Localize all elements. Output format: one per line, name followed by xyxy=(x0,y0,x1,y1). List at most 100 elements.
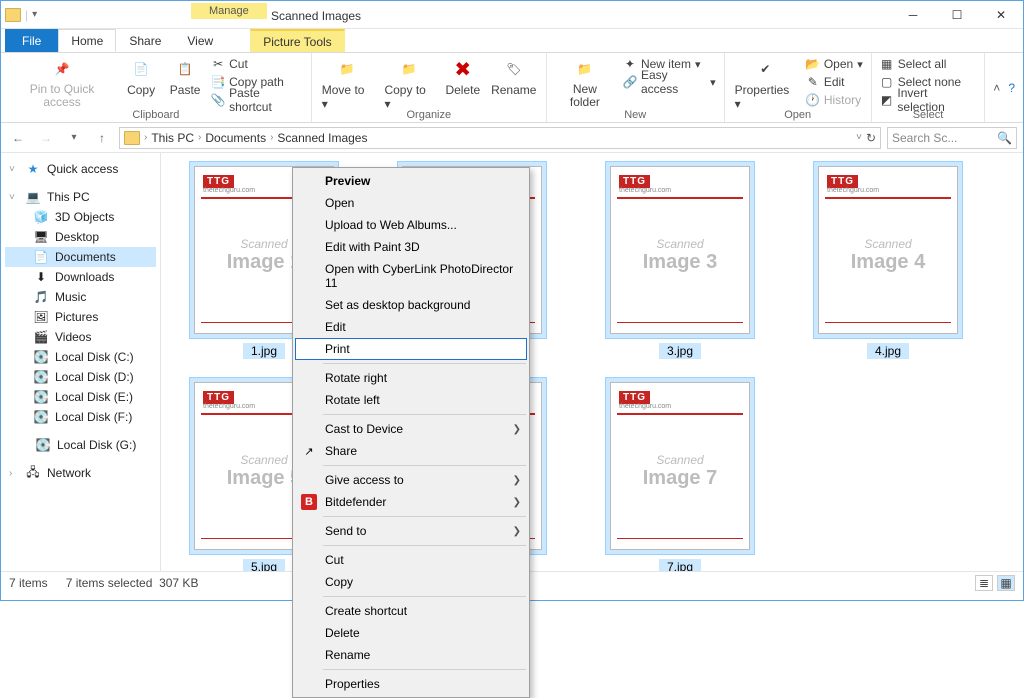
cm-print[interactable]: Print xyxy=(295,338,527,360)
minimize-button[interactable]: ─ xyxy=(891,1,935,29)
refresh-icon[interactable]: ↻ xyxy=(866,131,876,145)
copy-to-button[interactable]: 📁Copy to ▾ xyxy=(380,55,437,113)
nav-item-icon: 🎵 xyxy=(33,290,49,304)
rename-button[interactable]: 🏷Rename xyxy=(488,55,540,99)
file-name: 7.jpg xyxy=(659,559,701,571)
nav-item-local-disk-c-[interactable]: 💽Local Disk (C:) xyxy=(5,347,156,367)
nav-item-downloads[interactable]: ⬇Downloads xyxy=(5,267,156,287)
nav-item-desktop[interactable]: 🖥Desktop xyxy=(5,227,156,247)
cm-cut[interactable]: Cut xyxy=(295,549,527,571)
pin-quick-access-button[interactable]: 📌Pin to Quick access xyxy=(7,55,117,111)
cm-create-shortcut[interactable]: Create shortcut xyxy=(295,600,527,622)
new-folder-button[interactable]: 📁New folder xyxy=(553,55,617,111)
edit-button[interactable]: ✎Edit xyxy=(804,73,865,91)
breadcrumb-root[interactable]: This PC xyxy=(151,131,194,145)
move-to-button[interactable]: 📁Move to ▾ xyxy=(318,55,377,113)
file-item[interactable]: TTGthetechguru.comScannedImage 33.jpg xyxy=(585,161,775,359)
tab-share[interactable]: Share xyxy=(116,29,174,52)
nav-item-local-disk-d-[interactable]: 💽Local Disk (D:) xyxy=(5,367,156,387)
nav-item-3d-objects[interactable]: 🧊3D Objects xyxy=(5,207,156,227)
up-button[interactable]: ↑ xyxy=(91,127,113,149)
file-name: 4.jpg xyxy=(867,343,909,359)
nav-item-icon: 💽 xyxy=(33,390,49,404)
cm-photodirector[interactable]: Open with CyberLink PhotoDirector 11 xyxy=(295,258,527,294)
select-all-button[interactable]: ▦Select all xyxy=(878,55,979,73)
nav-item-pictures[interactable]: 🖼Pictures xyxy=(5,307,156,327)
cm-give-access-to[interactable]: Give access to❯ xyxy=(295,469,527,491)
chevron-icon[interactable]: › xyxy=(198,132,201,143)
edit-icon: ✎ xyxy=(806,75,820,89)
group-label-new: New xyxy=(553,109,718,121)
open-button[interactable]: 📂Open ▾ xyxy=(804,55,865,73)
invert-selection-button[interactable]: ◩Invert selection xyxy=(878,91,979,109)
file-name: 3.jpg xyxy=(659,343,701,359)
cm-upload-web-albums[interactable]: Upload to Web Albums... xyxy=(295,214,527,236)
cm-separator xyxy=(323,669,526,670)
properties-button[interactable]: ✔Properties ▾ xyxy=(731,55,800,113)
content-pane[interactable]: TTGthetechguru.comScannedImage 11.jpgTTG… xyxy=(161,153,1023,571)
nav-item-icon: 💽 xyxy=(33,410,49,424)
chevron-icon[interactable]: › xyxy=(270,132,273,143)
delete-button[interactable]: ✖Delete xyxy=(442,55,484,99)
cm-bitdefender[interactable]: BBitdefender❯ xyxy=(295,491,527,513)
nav-item-icon: 💽 xyxy=(33,370,49,384)
easy-access-icon: 🔗 xyxy=(623,75,637,89)
paste-button[interactable]: 📋Paste xyxy=(165,55,205,99)
new-folder-icon: 📁 xyxy=(573,57,597,81)
copy-button[interactable]: 📄Copy xyxy=(121,55,161,99)
cm-open[interactable]: Open xyxy=(295,192,527,214)
help-icon[interactable]: ? xyxy=(1008,81,1015,95)
search-box[interactable]: Search Sc... 🔍 xyxy=(887,127,1017,149)
view-details-button[interactable]: ≣ xyxy=(975,575,993,591)
cm-copy[interactable]: Copy xyxy=(295,571,527,593)
address-dropdown-icon[interactable]: ˅ xyxy=(856,132,862,143)
qat-dropdown-icon[interactable]: ▾ xyxy=(32,9,37,20)
nav-item-music[interactable]: 🎵Music xyxy=(5,287,156,307)
nav-item-local-disk-f-[interactable]: 💽Local Disk (F:) xyxy=(5,407,156,427)
cm-send-to[interactable]: Send to❯ xyxy=(295,520,527,542)
forward-button[interactable]: → xyxy=(35,127,57,149)
nav-item-videos[interactable]: 🎬Videos xyxy=(5,327,156,347)
close-button[interactable]: ✕ xyxy=(979,1,1023,29)
file-item[interactable]: TTGthetechguru.comScannedImage 77.jpg xyxy=(585,377,775,571)
maximize-button[interactable]: ☐ xyxy=(935,1,979,29)
easy-access-button[interactable]: 🔗Easy access ▾ xyxy=(621,73,718,91)
cm-set-background[interactable]: Set as desktop background xyxy=(295,294,527,316)
tab-view[interactable]: View xyxy=(174,29,226,52)
cm-rename[interactable]: Rename xyxy=(295,644,527,666)
nav-item-local-disk-e-[interactable]: 💽Local Disk (E:) xyxy=(5,387,156,407)
nav-item-documents[interactable]: 📄Documents xyxy=(5,247,156,267)
cm-rotate-left[interactable]: Rotate left xyxy=(295,389,527,411)
bitdefender-icon: B xyxy=(301,494,317,510)
cm-cast-to-device[interactable]: Cast to Device❯ xyxy=(295,418,527,440)
view-thumbnails-button[interactable]: ▦ xyxy=(997,575,1015,591)
file-item[interactable]: TTGthetechguru.comScannedImage 44.jpg xyxy=(793,161,983,359)
cm-delete[interactable]: Delete xyxy=(295,622,527,644)
breadcrumb-documents[interactable]: Documents xyxy=(205,131,266,145)
cm-edit[interactable]: Edit xyxy=(295,316,527,338)
cm-preview[interactable]: Preview xyxy=(295,170,527,192)
file-name: 1.jpg xyxy=(243,343,285,359)
nav-this-pc[interactable]: ˅💻This PC xyxy=(5,187,156,207)
nav-local-disk-g[interactable]: 💽Local Disk (G:) xyxy=(5,435,156,455)
history-button[interactable]: 🕐History xyxy=(804,91,865,109)
tab-picture-tools[interactable]: Picture Tools xyxy=(250,29,344,52)
address-bar[interactable]: › This PC › Documents › Scanned Images ˅… xyxy=(119,127,881,149)
properties-icon: ✔ xyxy=(753,57,777,81)
cm-properties[interactable]: Properties xyxy=(295,673,527,695)
cm-share[interactable]: ↗Share xyxy=(295,440,527,462)
recent-locations-button[interactable]: ▾ xyxy=(63,127,85,149)
chevron-icon[interactable]: › xyxy=(144,132,147,143)
cut-button[interactable]: ✂Cut xyxy=(209,55,305,73)
back-button[interactable]: ← xyxy=(7,127,29,149)
nav-quick-access[interactable]: ˅★Quick access xyxy=(5,159,156,179)
paste-shortcut-button[interactable]: 📎Paste shortcut xyxy=(209,91,305,109)
tab-home[interactable]: Home xyxy=(58,29,116,52)
cm-rotate-right[interactable]: Rotate right xyxy=(295,367,527,389)
nav-item-icon: 💽 xyxy=(33,350,49,364)
nav-network[interactable]: ›🖧Network xyxy=(5,463,156,483)
tab-file[interactable]: File xyxy=(5,29,58,52)
cm-paint3d[interactable]: Edit with Paint 3D xyxy=(295,236,527,258)
ribbon-collapse-icon[interactable]: ˄ xyxy=(993,81,1000,95)
breadcrumb-scanned-images[interactable]: Scanned Images xyxy=(277,131,367,145)
